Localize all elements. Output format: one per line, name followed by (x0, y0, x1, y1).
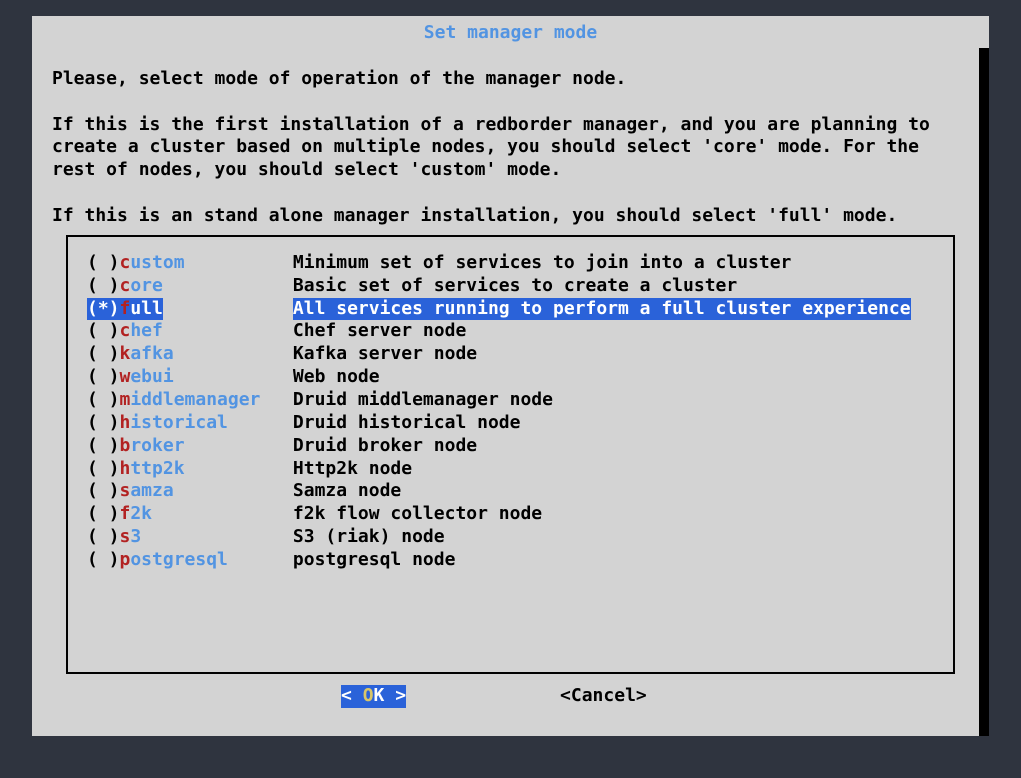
cancel-button[interactable]: <Cancel> (560, 685, 647, 708)
dialog-buttons: < OK > <Cancel> (44, 685, 977, 708)
option-samza[interactable]: ( ) samza Samza node (68, 480, 953, 503)
option-name: ebui (130, 366, 173, 387)
radio-indicator: ( ) (87, 366, 120, 389)
option-name: ore (130, 275, 163, 296)
option-desc: All services running to perform a full c… (293, 298, 911, 321)
option-middlemanager[interactable]: ( ) middlemanager Druid middlemanager nod… (68, 389, 953, 412)
radio-indicator: ( ) (87, 412, 120, 435)
ok-button[interactable]: < OK > (341, 685, 406, 708)
radio-indicator: ( ) (87, 320, 120, 343)
option-hotkey: s (120, 480, 131, 501)
option-name: istorical (130, 412, 228, 433)
dialog-title: Set manager mode (44, 22, 977, 45)
option-desc: Samza node (293, 480, 401, 503)
option-hotkey: f (120, 503, 131, 524)
option-desc: Chef server node (293, 320, 466, 343)
radio-indicator: ( ) (87, 435, 120, 458)
option-name: amza (130, 480, 173, 501)
option-broker[interactable]: ( ) broker Druid broker node (68, 435, 953, 458)
option-name: ull (130, 298, 163, 319)
option-desc: Druid middlemanager node (293, 389, 553, 412)
options-list: ( ) customMinimum set of services to joi… (66, 235, 955, 674)
option-full[interactable]: (*) full All services running to perform … (68, 298, 953, 321)
radio-indicator: ( ) (87, 458, 120, 481)
option-hotkey: f (120, 298, 131, 319)
option-historical[interactable]: ( ) historical Druid historical node (68, 412, 953, 435)
option-custom[interactable]: ( ) custom Minimum set of services to joi… (68, 252, 953, 275)
option-name: ttp2k (130, 458, 184, 479)
option-hotkey: c (120, 275, 131, 296)
option-desc: Kafka server node (293, 343, 477, 366)
option-name: ostgresql (130, 549, 228, 570)
option-desc: Druid historical node (293, 412, 521, 435)
option-name: 3 (130, 526, 141, 547)
option-hotkey: p (120, 549, 131, 570)
option-hotkey: h (120, 458, 131, 479)
option-desc: S3 (riak) node (293, 526, 445, 549)
option-http2k[interactable]: ( ) http2k Http2k node (68, 458, 953, 481)
option-hotkey: c (120, 320, 131, 341)
option-hotkey: h (120, 412, 131, 433)
dialog-shadow (979, 48, 989, 736)
option-desc: Web node (293, 366, 380, 389)
radio-indicator: ( ) (87, 503, 120, 526)
option-s3[interactable]: ( ) s3 S3 (riak) node (68, 526, 953, 549)
option-hotkey: s (120, 526, 131, 547)
option-name: iddlemanager (130, 389, 260, 410)
option-name: roker (130, 435, 184, 456)
option-f2k[interactable]: ( ) f2k f2k flow collector node (68, 503, 953, 526)
radio-indicator: ( ) (87, 343, 120, 366)
radio-indicator: ( ) (87, 526, 120, 549)
option-name: hef (130, 320, 163, 341)
option-chef[interactable]: ( ) chef Chef server node (68, 320, 953, 343)
option-hotkey: b (120, 435, 131, 456)
radio-indicator: (*) (87, 298, 120, 321)
option-desc: f2k flow collector node (293, 503, 542, 526)
option-name: 2k (130, 503, 152, 524)
option-desc: Druid broker node (293, 435, 477, 458)
option-name: afka (130, 343, 173, 364)
option-kafka[interactable]: ( ) kafka Kafka server node (68, 343, 953, 366)
option-hotkey: w (120, 366, 131, 387)
dialog-intro: Please, select mode of operation of the … (52, 68, 977, 228)
option-desc: postgresql node (293, 549, 456, 572)
radio-indicator: ( ) (87, 275, 120, 298)
radio-indicator: ( ) (87, 389, 120, 412)
option-hotkey: c (120, 252, 131, 273)
radio-indicator: ( ) (87, 549, 120, 572)
option-desc: Http2k node (293, 458, 412, 481)
radio-indicator: ( ) (87, 480, 120, 503)
option-desc: Minimum set of services to join into a c… (293, 252, 792, 275)
option-core[interactable]: ( ) core Basic set of services to create … (68, 275, 953, 298)
manager-mode-dialog: Set manager mode Please, select mode of … (32, 16, 989, 736)
option-hotkey: m (120, 389, 131, 410)
radio-indicator: ( ) (87, 252, 120, 275)
option-webui[interactable]: ( ) webui Web node (68, 366, 953, 389)
option-hotkey: k (120, 343, 131, 364)
option-name: ustom (130, 252, 184, 273)
option-postgresql[interactable]: ( ) postgresql postgresql node (68, 549, 953, 572)
option-desc: Basic set of services to create a cluste… (293, 275, 737, 298)
